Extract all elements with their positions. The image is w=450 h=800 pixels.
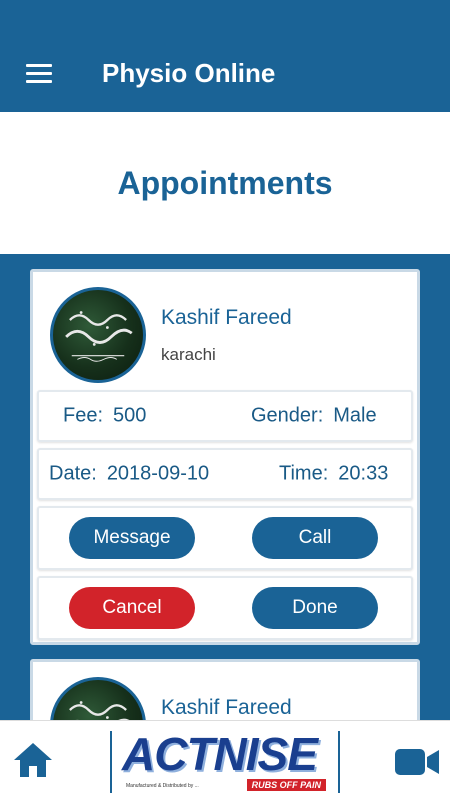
page-header: Appointments: [0, 112, 450, 254]
message-button[interactable]: Message: [69, 517, 195, 559]
patient-name: Kashif Fareed: [161, 306, 292, 329]
patient-city: karachi: [161, 345, 216, 364]
done-button[interactable]: Done: [252, 587, 378, 629]
date-time-row: Date: 2018-09-10 Time: 20:33: [37, 448, 413, 500]
call-button[interactable]: Call: [252, 517, 378, 559]
actnise-logo: ACTNISE Manufactured & Distributed by ..…: [120, 725, 330, 799]
appointment-card: Kashif Fareed: [30, 659, 420, 720]
date-value: 2018-09-10: [106, 462, 210, 485]
cancel-button[interactable]: Cancel: [69, 587, 195, 629]
patient-name: Kashif Fareed: [161, 696, 292, 719]
time-value: 20:33: [338, 462, 389, 485]
gender-value: Male: [333, 404, 377, 427]
home-icon[interactable]: [12, 741, 54, 779]
logo-tagline: RUBS OFF PAIN: [246, 779, 326, 791]
app-title: Physio Online: [102, 58, 276, 88]
fee-label: Fee:: [63, 404, 104, 427]
video-camera-icon[interactable]: [394, 747, 440, 777]
fee-gender-row: Fee: 500 Gender: Male: [37, 390, 413, 442]
logo-subtext: Manufactured & Distributed by ...: [126, 783, 199, 789]
appointment-card: Kashif Fareed karachi Fee: 500 Gender: Mal…: [30, 269, 420, 645]
avatar: [50, 677, 146, 720]
page-title: Appointments: [117, 164, 333, 201]
date-field: Date: 2018-09-10: [49, 463, 209, 486]
gender-field: Gender: Male: [251, 405, 377, 428]
appointments-list[interactable]: Kashif Fareed karachi Fee: 500 Gender: Mal…: [0, 254, 450, 720]
time-label: Time:: [279, 462, 329, 485]
calligraphy-avatar-image: [65, 311, 133, 362]
divider: [338, 731, 340, 793]
patient-profile: Kashif Fareed karachi: [37, 276, 413, 390]
logo-text: ACTNISE: [122, 728, 318, 780]
calligraphy-avatar-image: [69, 701, 130, 720]
contact-actions-row: Message Call: [37, 506, 413, 570]
patient-profile: Kashif Fareed: [37, 666, 413, 720]
time-field: Time: 20:33: [279, 463, 388, 486]
divider: [110, 731, 112, 793]
avatar: [50, 287, 146, 383]
fee-value: 500: [113, 404, 147, 427]
app-bar: Physio Online: [0, 0, 450, 112]
bottom-bar: ACTNISE Manufactured & Distributed by ..…: [0, 720, 450, 800]
status-actions-row: Cancel Done: [37, 576, 413, 640]
hamburger-menu-icon[interactable]: [26, 64, 52, 84]
gender-label: Gender:: [251, 404, 324, 427]
date-label: Date:: [49, 462, 97, 485]
fee-field: Fee: 500: [63, 405, 146, 428]
